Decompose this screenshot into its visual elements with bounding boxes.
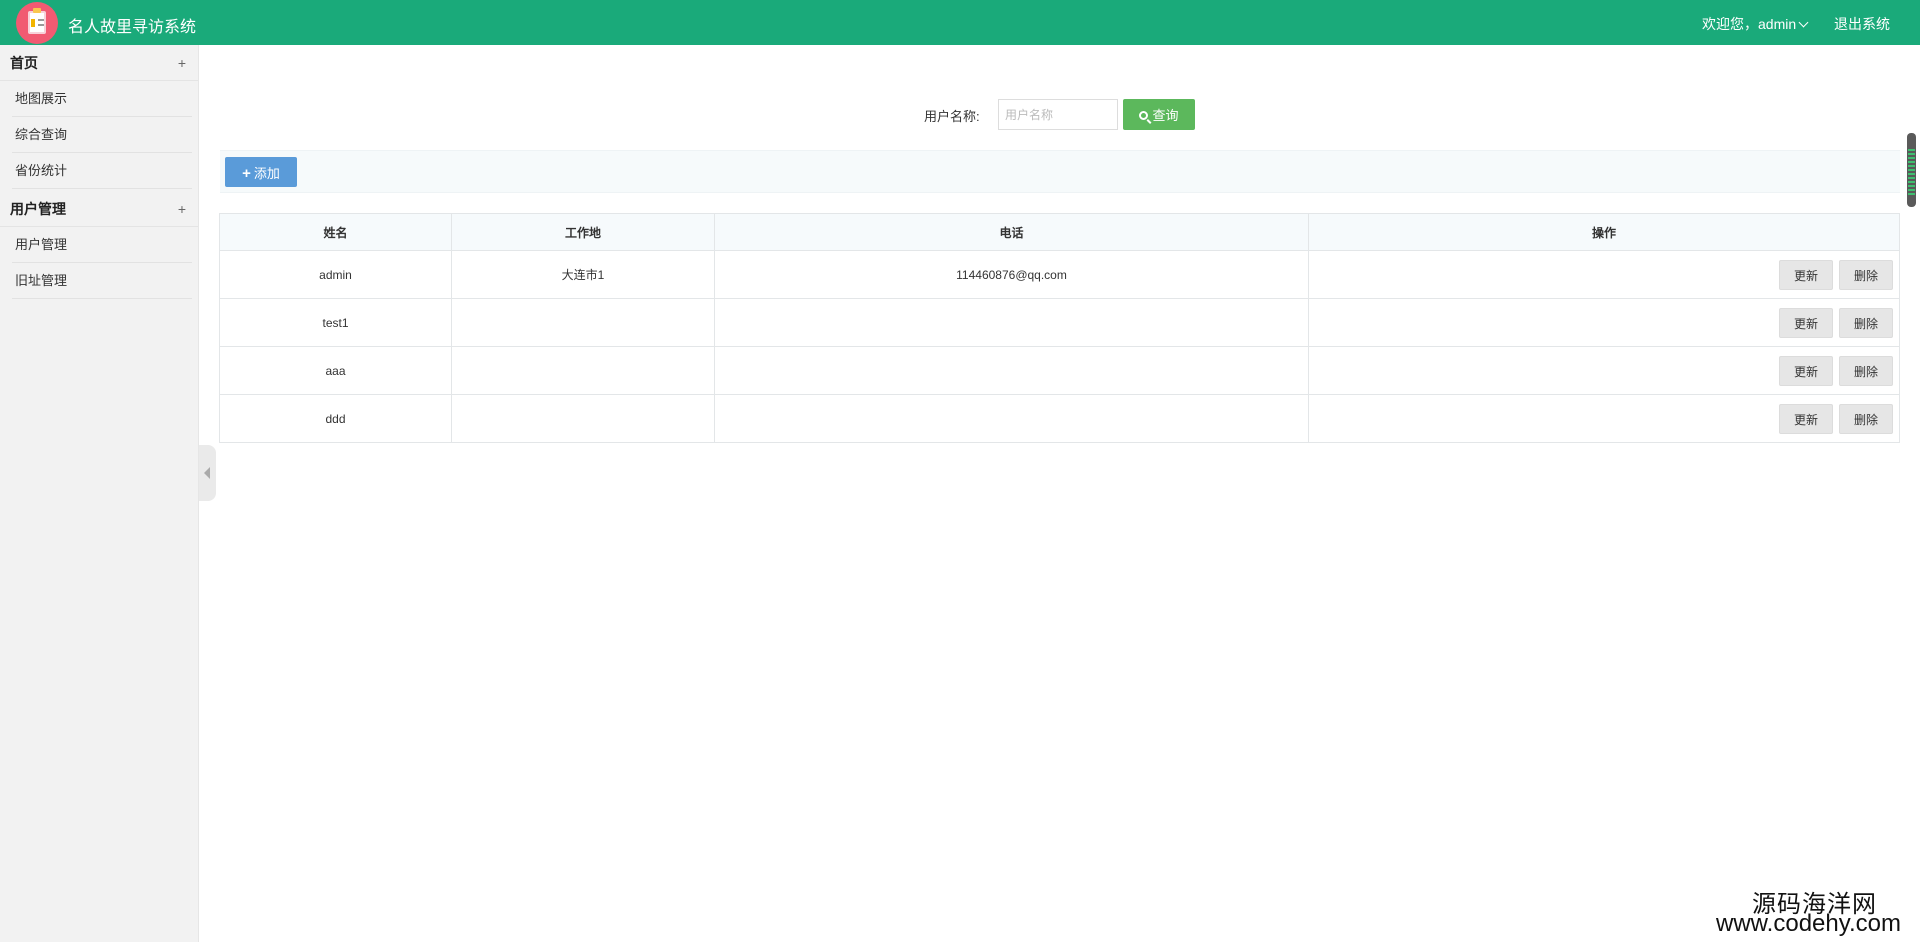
- cell-phone: [714, 346, 1309, 395]
- column-header-workplace[interactable]: 工作地: [451, 213, 715, 251]
- column-header-phone[interactable]: 电话: [714, 213, 1309, 251]
- nav-group-title: 首页: [10, 55, 38, 71]
- cell-name: aaa: [219, 346, 452, 395]
- nav-group-header-users[interactable]: 用户管理 +: [0, 191, 198, 227]
- sidebar-item-site-management[interactable]: 旧址管理: [12, 263, 192, 299]
- users-table: 姓名 工作地 电话 操作 admin 大连市1 114460876@qq.com…: [219, 213, 1900, 443]
- cell-actions: 更新 删除: [1308, 250, 1900, 299]
- cell-actions: 更新 删除: [1308, 394, 1900, 443]
- sidebar-item-province-stats[interactable]: 省份统计: [12, 153, 192, 189]
- sidebar-item-comprehensive-query[interactable]: 综合查询: [12, 117, 192, 153]
- cell-phone: [714, 298, 1309, 347]
- cell-phone: 114460876@qq.com: [714, 250, 1309, 299]
- watermark-url: www.codehy.com: [1716, 910, 1901, 937]
- cell-workplace: [451, 394, 715, 443]
- delete-button[interactable]: 删除: [1839, 307, 1893, 338]
- delete-button[interactable]: 删除: [1839, 403, 1893, 434]
- sidebar-item-map-display[interactable]: 地图展示: [12, 81, 192, 117]
- expand-plus-icon[interactable]: +: [178, 191, 186, 227]
- username-search-input[interactable]: [998, 99, 1118, 130]
- update-button[interactable]: 更新: [1779, 259, 1833, 290]
- delete-button[interactable]: 删除: [1839, 355, 1893, 386]
- app-title: 名人故里寻访系统: [68, 19, 197, 36]
- sidebar-item-user-management[interactable]: 用户管理: [12, 227, 192, 263]
- search-button[interactable]: 查询: [1123, 99, 1195, 130]
- user-menu[interactable]: 欢迎您，admin: [1702, 14, 1809, 34]
- table-row: aaa 更新 删除: [219, 346, 1900, 395]
- update-button[interactable]: 更新: [1779, 307, 1833, 338]
- table-row: ddd 更新 删除: [219, 394, 1900, 443]
- add-button[interactable]: + 添加: [225, 157, 297, 187]
- sidebar: 首页 + 地图展示 综合查询 省份统计 用户管理 + 用户管理 旧址管理: [0, 45, 199, 942]
- add-button-label: 添加: [253, 165, 280, 181]
- plus-icon: +: [242, 164, 251, 182]
- nav-group-user-management: 用户管理 + 用户管理 旧址管理: [0, 191, 198, 299]
- search-icon: [1139, 111, 1149, 120]
- cell-name: ddd: [219, 394, 452, 443]
- column-header-actions: 操作: [1308, 213, 1900, 251]
- cell-workplace: [451, 298, 715, 347]
- table-row: test1 更新 删除: [219, 298, 1900, 347]
- welcome-text: 欢迎您，admin: [1702, 16, 1797, 32]
- table-header-row: 姓名 工作地 电话 操作: [219, 213, 1900, 251]
- vertical-scrollbar[interactable]: [1907, 133, 1916, 207]
- cell-actions: 更新 删除: [1308, 346, 1900, 395]
- cell-phone: [714, 394, 1309, 443]
- expand-plus-icon[interactable]: +: [178, 45, 186, 81]
- logout-link[interactable]: 退出系统: [1834, 14, 1890, 34]
- cell-name: admin: [219, 250, 452, 299]
- cell-name: test1: [219, 298, 452, 347]
- nav-group-home: 首页 + 地图展示 综合查询 省份统计: [0, 45, 198, 189]
- scrollbar-grip: [1908, 149, 1915, 197]
- cell-workplace: 大连市1: [451, 250, 715, 299]
- nav-group-header-home[interactable]: 首页 +: [0, 45, 198, 81]
- search-button-label: 查询: [1152, 108, 1179, 123]
- update-button[interactable]: 更新: [1779, 403, 1833, 434]
- nav-group-title: 用户管理: [10, 201, 66, 217]
- search-label: 用户名称:: [924, 109, 980, 124]
- update-button[interactable]: 更新: [1779, 355, 1833, 386]
- chevron-down-icon: [1798, 17, 1809, 28]
- cell-actions: 更新 删除: [1308, 298, 1900, 347]
- toolbar: + 添加: [220, 150, 1900, 193]
- delete-button[interactable]: 删除: [1839, 259, 1893, 290]
- table-row: admin 大连市1 114460876@qq.com 更新 删除: [219, 250, 1900, 299]
- cell-workplace: [451, 346, 715, 395]
- top-header: 名人故里寻访系统 欢迎您，admin 退出系统: [0, 0, 1920, 45]
- chevron-left-icon: [204, 467, 210, 479]
- column-header-name[interactable]: 姓名: [219, 213, 452, 251]
- clipboard-logo-icon: [16, 2, 58, 44]
- sidebar-collapse-handle[interactable]: [199, 445, 216, 501]
